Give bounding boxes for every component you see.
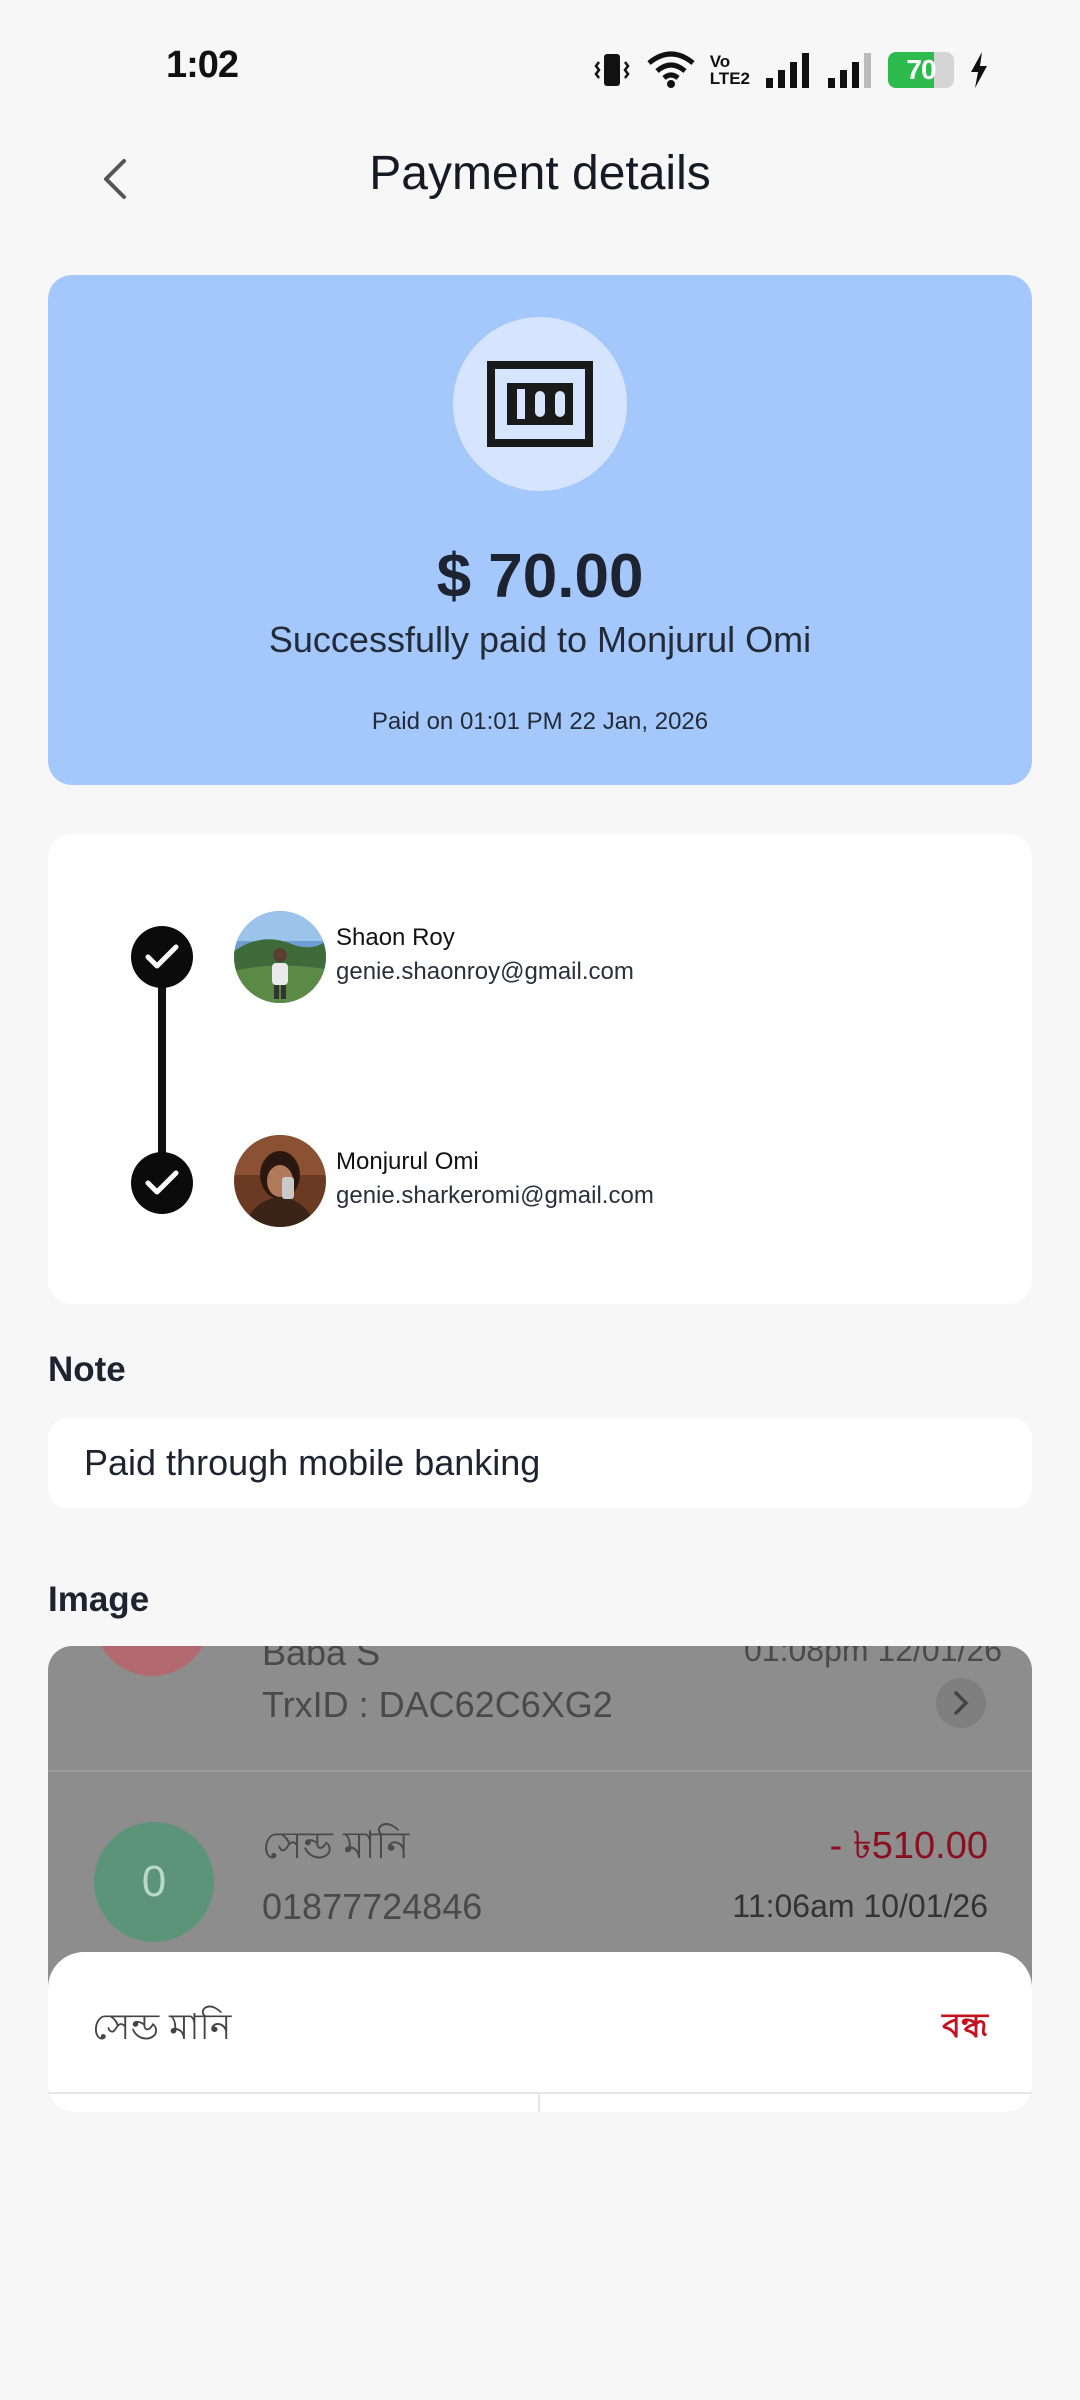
wifi-icon [647, 51, 695, 88]
sender-name: Shaon Roy [336, 924, 455, 951]
app-header: Payment details [0, 120, 1080, 230]
sender-avatar [234, 911, 326, 1003]
image-row-name: Baba S [262, 1646, 381, 1673]
payment-details-screen: 1:02 Vo LTE2 70 Payment details $ 70.00 … [0, 0, 1080, 2400]
charging-icon [971, 52, 987, 88]
recipient-avatar [234, 1135, 326, 1227]
status-bar: 1:02 Vo LTE2 70 [0, 0, 1080, 110]
image-label: Image [48, 1580, 150, 1619]
status-time: 1:02 [166, 44, 239, 86]
money-100-icon [487, 361, 593, 447]
transfer-parties-card: Shaon Roy genie.shaonroy@gmail.com Monju… [48, 834, 1032, 1304]
payment-status-text: Successfully paid to Monjurul Omi [268, 619, 812, 660]
recipient-check-icon [131, 1152, 193, 1214]
signal-icon [766, 53, 809, 88]
divider [538, 2092, 540, 2112]
sender-check-icon [131, 926, 193, 988]
vibrate-icon [594, 54, 630, 86]
note-box: Paid through mobile banking [48, 1418, 1032, 1508]
battery-icon: 70 [888, 52, 954, 88]
payment-amount: $ 70.00 [436, 542, 644, 611]
image-row-time: 01:08pm 12/01/26 [744, 1646, 1002, 1668]
recipient-email: genie.sharkeromi@gmail.com [336, 1182, 654, 1209]
image-transaction-row: 0 সেন্ড মানি - ৳510.00 01877724846 11:06… [48, 1774, 1032, 1964]
money-icon-circle [453, 317, 627, 491]
image-row-title: সেন্ড মানি [262, 1825, 410, 1867]
payment-summary-card: $ 70.00 Successfully paid to Monjurul Om… [48, 275, 1032, 785]
image-row-trxid: TrxID : DAC62C6XG2 [262, 1684, 613, 1725]
image-row-time: 11:06am 10/01/26 [732, 1888, 988, 1924]
status-icons: Vo LTE2 70 [592, 48, 990, 92]
volte-icon: Vo LTE2 [710, 53, 750, 87]
page-title: Payment details [369, 147, 711, 200]
divider [48, 2092, 1032, 2094]
note-text: Paid through mobile banking [84, 1442, 541, 1483]
image-row-avatar [94, 1646, 210, 1676]
image-row-amount: - ৳510.00 [829, 1825, 988, 1867]
signal-icon [828, 53, 871, 88]
volte-top-text: Vo [709, 52, 731, 71]
sender-email: genie.shaonroy@gmail.com [336, 958, 634, 985]
sheet-title: সেন্ড মানি [92, 2006, 232, 2047]
battery-level-text: 70 [906, 54, 936, 85]
sheet-close-text: বন্ধ [942, 2007, 988, 2045]
volte-bottom-text: LTE2 [709, 69, 750, 88]
image-row-number: 01877724846 [262, 1886, 483, 1927]
image-bottom-sheet: সেন্ড মানি বন্ধ [48, 1952, 1032, 2112]
image-transaction-row: Baba S 01:08pm 12/01/26 TrxID : DAC62C6X… [48, 1646, 1032, 1772]
chevron-right-icon [936, 1678, 986, 1728]
image-row-avatar: 0 [94, 1822, 214, 1942]
recipient-name: Monjurul Omi [336, 1148, 479, 1175]
attached-image-preview[interactable]: Baba S 01:08pm 12/01/26 TrxID : DAC62C6X… [48, 1646, 1032, 2112]
note-label: Note [48, 1350, 126, 1389]
payment-date: Paid on 01:01 PM 22 Jan, 2026 [371, 708, 709, 735]
